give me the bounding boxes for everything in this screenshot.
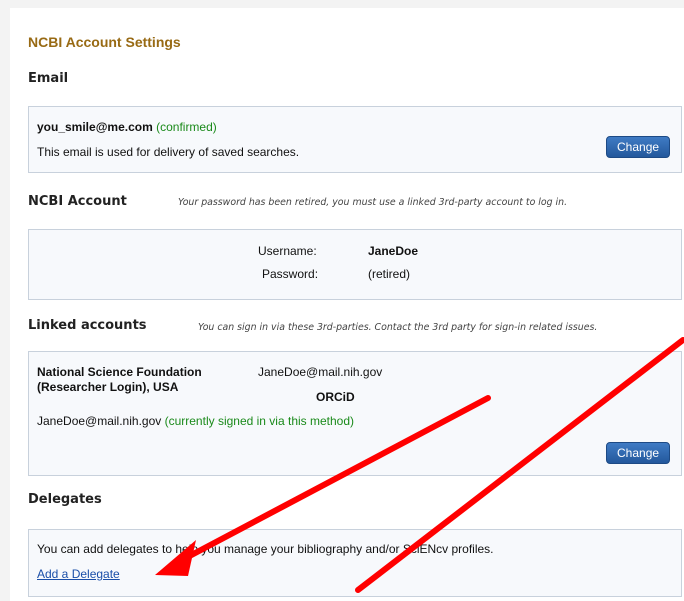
- add-delegate-link[interactable]: Add a Delegate: [37, 567, 120, 581]
- password-value: (retired): [368, 267, 411, 281]
- email-description: This email is used for delivery of saved…: [37, 145, 300, 159]
- provider-name-line1: National Science Foundation: [37, 365, 202, 379]
- page-title: NCBI Account Settings: [28, 34, 181, 50]
- provider-email: JaneDoe@mail.nih.gov: [258, 365, 383, 379]
- email-line: you_smile@me.com (confirmed): [37, 120, 217, 134]
- email-change-button[interactable]: Change: [606, 136, 670, 158]
- username-label: Username:: [258, 244, 317, 258]
- provider-name-line2: (Researcher Login), USA: [37, 380, 179, 394]
- linked-note: You can sign in via these 3rd-parties. C…: [198, 322, 598, 333]
- delegates-heading: Delegates: [28, 492, 102, 507]
- account-note: Your password has been retired, you must…: [178, 197, 568, 208]
- signed-in-email: JaneDoe@mail.nih.gov: [37, 414, 162, 428]
- delegates-description: You can add delegates to help you manage…: [37, 542, 494, 556]
- username-value: JaneDoe: [368, 244, 419, 258]
- orcid-label: ORCiD: [316, 390, 355, 404]
- password-label: Password:: [262, 267, 319, 281]
- signed-in-status: (currently signed in via this method): [164, 414, 355, 428]
- delegates-panel: [28, 529, 682, 597]
- account-panel: [28, 229, 682, 300]
- email-heading: Email: [28, 71, 69, 86]
- signed-in-line: JaneDoe@mail.nih.gov (currently signed i…: [37, 414, 354, 428]
- account-heading: NCBI Account: [28, 194, 127, 209]
- linked-change-button[interactable]: Change: [606, 442, 670, 464]
- settings-page: [10, 8, 684, 601]
- linked-heading: Linked accounts: [28, 318, 147, 333]
- email-panel: [28, 106, 682, 173]
- email-status: (confirmed): [156, 120, 217, 134]
- email-address: you_smile@me.com: [37, 120, 153, 134]
